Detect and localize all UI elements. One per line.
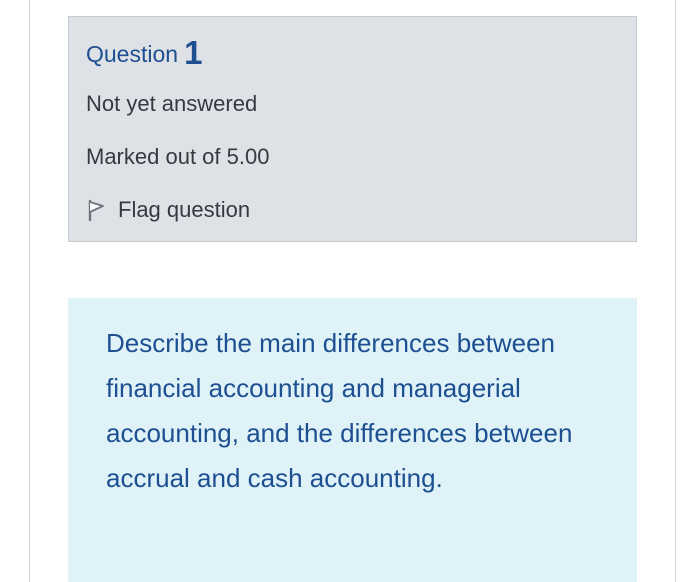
flag-question-label: Flag question — [118, 197, 251, 222]
question-number: 1 — [184, 34, 203, 71]
flag-icon — [88, 199, 104, 221]
question-text: Describe the main differences between fi… — [106, 328, 573, 493]
question-heading: Question 1 — [86, 35, 202, 72]
quiz-page: Question 1 Not yet answered Marked out of… — [0, 0, 700, 582]
question-content-panel: Describe the main differences between fi… — [68, 298, 637, 582]
flag-question-button[interactable]: Flag question — [86, 195, 250, 225]
left-border — [29, 0, 30, 582]
question-state: Not yet answered — [86, 91, 258, 116]
right-border — [675, 0, 676, 582]
question-info-panel: Question 1 Not yet answered Marked out of… — [68, 16, 637, 242]
question-grade: Marked out of 5.00 — [86, 144, 270, 169]
question-label: Question — [86, 41, 179, 67]
